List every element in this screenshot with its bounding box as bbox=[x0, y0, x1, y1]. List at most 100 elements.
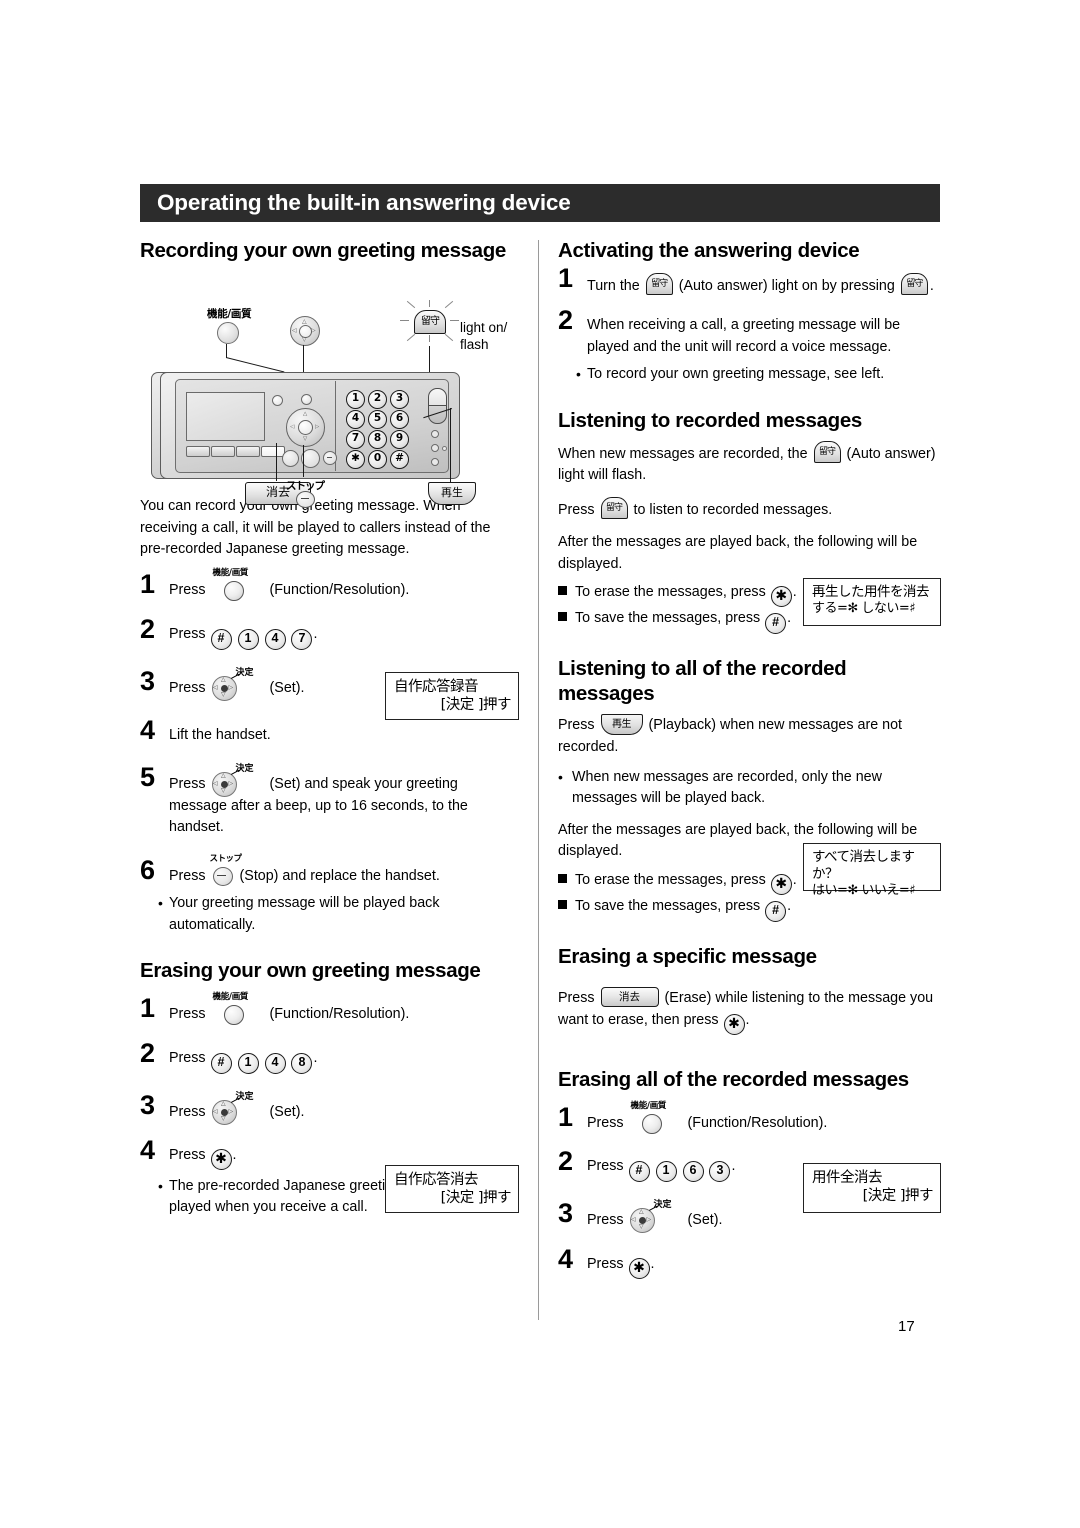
paragraph-text: Press bbox=[558, 502, 595, 519]
leader-line bbox=[450, 408, 452, 482]
callout-light-on-flash-label: light on/ flash bbox=[460, 320, 508, 352]
list-item-text-post: . bbox=[792, 872, 797, 889]
key-star-icon[interactable]: ✱ bbox=[628, 1257, 650, 1279]
paragraph-text: Press bbox=[558, 717, 595, 734]
device-round-button-a[interactable] bbox=[282, 450, 299, 467]
keypad-key-0[interactable]: 0 bbox=[368, 450, 387, 469]
step-text: Press bbox=[169, 1049, 206, 1066]
step-text: Press bbox=[587, 1114, 624, 1131]
device-lcd-screen bbox=[186, 392, 265, 441]
navigator-set-button-icon[interactable]: △ ▽ ◁ ▷ 決定 bbox=[211, 764, 264, 798]
keypad-key-9[interactable]: 9 bbox=[390, 430, 409, 449]
keypad-key-3[interactable]: 3 bbox=[390, 390, 409, 409]
flash-ray bbox=[450, 320, 459, 321]
key-8-icon[interactable]: 8 bbox=[291, 1052, 313, 1074]
step-text: Press bbox=[169, 776, 206, 793]
lcd-line-2: [決定 ]押す bbox=[862, 1188, 934, 1205]
paragraph: Press 消去 (Erase) while listening to the … bbox=[558, 987, 940, 1035]
device-function-resolution-button[interactable] bbox=[272, 395, 283, 406]
navigator-set-button-icon[interactable]: △ ▽ ◁ ▷ 決定 bbox=[211, 668, 264, 701]
key-1-icon[interactable]: 1 bbox=[237, 1052, 259, 1074]
rusu-auto-answer-icon[interactable]: 留守 bbox=[645, 273, 673, 295]
callout-stop-button-icon[interactable] bbox=[296, 491, 315, 508]
navigator-set-button-icon[interactable]: △ ▽ ◁ ▷ 決定 bbox=[629, 1200, 682, 1234]
callout-navigator-button-icon[interactable]: △ ▽ ◁ ▷ bbox=[290, 316, 320, 346]
navigator-set-button-icon[interactable]: △ ▽ ◁ ▷ 決定 bbox=[211, 1092, 264, 1125]
bullet-dot-icon: • bbox=[558, 768, 563, 785]
callout-rusu-button-icon[interactable]: 留守 bbox=[414, 310, 446, 334]
keypad-key-hash[interactable]: # bbox=[390, 450, 409, 469]
keypad-key-6[interactable]: 6 bbox=[390, 410, 409, 429]
nav-left-arrow-icon: ◁ bbox=[213, 684, 218, 691]
rusu-auto-answer-icon[interactable]: 留守 bbox=[900, 273, 928, 295]
stop-label: ストップ bbox=[209, 853, 243, 864]
paragraph: Press 再生 (Playback) when new messages ar… bbox=[558, 714, 940, 758]
key-label: ✱ bbox=[728, 1014, 740, 1031]
key-4-icon[interactable]: 4 bbox=[264, 1052, 286, 1074]
key-1-icon[interactable]: 1 bbox=[655, 1161, 677, 1183]
stop-button-icon[interactable]: ストップ bbox=[210, 854, 242, 886]
soft-key-2[interactable] bbox=[211, 446, 235, 457]
step-number: 1 bbox=[558, 1101, 574, 1132]
saisei-playback-icon[interactable]: 再生 bbox=[600, 714, 643, 736]
keypad-key-star[interactable]: ✱ bbox=[346, 450, 365, 469]
device-keypad: 1 2 3 4 5 6 7 8 9 ✱ 0 # bbox=[346, 390, 418, 469]
soft-key-3[interactable] bbox=[236, 446, 260, 457]
rusu-auto-answer-icon[interactable]: 留守 bbox=[813, 440, 841, 463]
heading-erasing-greeting: Erasing your own greeting message bbox=[140, 959, 481, 983]
key-star-icon[interactable]: ✱ bbox=[723, 1013, 745, 1035]
keypad-key-5[interactable]: 5 bbox=[368, 410, 387, 429]
key-label: 4 bbox=[351, 412, 360, 424]
heading-recording-greeting: Recording your own greeting message bbox=[140, 239, 506, 262]
soft-key-1[interactable] bbox=[186, 446, 210, 457]
list-item-text: To save the messages, press bbox=[575, 610, 761, 627]
nav-down-arrow-icon: ▽ bbox=[221, 788, 226, 795]
step-number: 4 bbox=[558, 1243, 574, 1274]
function-resolution-button-icon[interactable]: 機能/画質 bbox=[211, 992, 265, 1026]
list-item-text: To erase the messages, press bbox=[575, 872, 766, 889]
square-bullet-icon bbox=[558, 874, 567, 884]
key-star-icon[interactable]: ✱ bbox=[210, 1148, 232, 1170]
key-label: 8 bbox=[373, 432, 382, 444]
key-label: ✱ bbox=[215, 1149, 227, 1166]
device-stop-button[interactable] bbox=[323, 451, 337, 465]
key-label: 7 bbox=[298, 630, 306, 645]
device-small-button[interactable] bbox=[301, 394, 312, 405]
callout-function-resolution-button-icon[interactable] bbox=[217, 322, 239, 344]
indicator-light-1 bbox=[431, 430, 439, 438]
key-hash-icon[interactable]: # bbox=[765, 901, 787, 923]
key-label: 6 bbox=[689, 1163, 697, 1178]
keypad-key-7[interactable]: 7 bbox=[346, 430, 365, 449]
function-resolution-button-icon[interactable]: 機能/画質 bbox=[211, 568, 265, 602]
nav-up-arrow-icon: △ bbox=[302, 319, 307, 325]
callout-saisei-button-icon[interactable]: 再生 bbox=[428, 482, 476, 505]
step-item: 1 Press 機能/画質 (Function/Resolution). bbox=[140, 992, 518, 1026]
keypad-key-1[interactable]: 1 bbox=[346, 390, 365, 409]
nav-down-arrow-icon: ▽ bbox=[303, 436, 308, 442]
key-star-icon[interactable]: ✱ bbox=[770, 586, 792, 608]
key-6-icon[interactable]: 6 bbox=[682, 1161, 704, 1183]
keypad-key-2[interactable]: 2 bbox=[368, 390, 387, 409]
shoukyo-erase-icon[interactable]: 消去 bbox=[600, 987, 659, 1008]
key-1-icon[interactable]: 1 bbox=[237, 628, 259, 650]
key-hash-icon[interactable]: # bbox=[210, 1052, 232, 1074]
device-navigator-pad[interactable]: △ ▽ ◁ ▷ bbox=[286, 408, 325, 447]
heading-listening-recorded: Listening to recorded messages bbox=[558, 408, 862, 432]
keypad-key-4[interactable]: 4 bbox=[346, 410, 365, 429]
key-4-icon[interactable]: 4 bbox=[264, 628, 286, 650]
key-hash-icon[interactable]: # bbox=[210, 628, 232, 650]
step-text: Lift the handset. bbox=[169, 727, 271, 744]
function-resolution-label: 機能/画質 bbox=[212, 568, 249, 579]
key-3-icon[interactable]: 3 bbox=[709, 1161, 731, 1183]
keypad-key-8[interactable]: 8 bbox=[368, 430, 387, 449]
rusu-auto-answer-icon[interactable]: 留守 bbox=[600, 497, 628, 520]
step-text-post: . bbox=[232, 1146, 237, 1163]
function-resolution-button-icon[interactable]: 機能/画質 bbox=[629, 1101, 683, 1134]
key-hash-icon[interactable]: # bbox=[765, 613, 787, 635]
key-label: 3 bbox=[395, 392, 404, 404]
key-7-icon[interactable]: 7 bbox=[291, 628, 313, 650]
key-label: # bbox=[217, 1054, 225, 1069]
key-star-icon[interactable]: ✱ bbox=[770, 874, 792, 896]
device-rusu-saisei-oval-button[interactable] bbox=[428, 388, 447, 424]
key-hash-icon[interactable]: # bbox=[628, 1161, 650, 1183]
